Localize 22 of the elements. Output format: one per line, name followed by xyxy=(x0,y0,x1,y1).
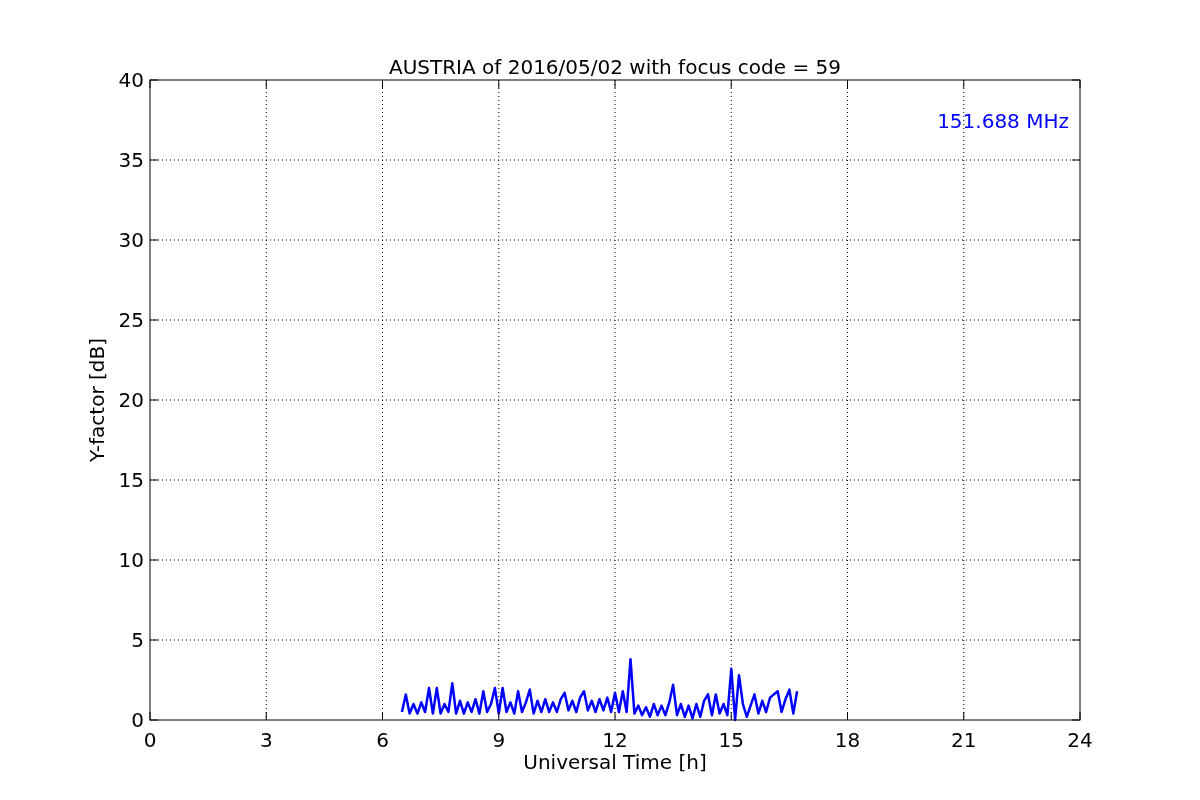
y-tick-label: 15 xyxy=(118,468,144,492)
x-tick-label: 6 xyxy=(376,728,389,752)
x-tick-label: 12 xyxy=(602,728,628,752)
y-tick-label: 5 xyxy=(131,628,144,652)
x-tick-label: 3 xyxy=(259,728,273,752)
chart-title: AUSTRIA of 2016/05/02 with focus code = 59 xyxy=(389,55,841,79)
y-tick-label: 0 xyxy=(131,708,144,732)
y-tick-label: 35 xyxy=(118,148,144,172)
x-tick-label: 18 xyxy=(834,728,861,752)
y-tick-label: 10 xyxy=(118,548,144,572)
y-tick-label: 20 xyxy=(118,388,144,412)
x-tick-label: 9 xyxy=(492,728,506,752)
y-tick-label: 40 xyxy=(118,68,144,92)
x-tick-label: 15 xyxy=(718,728,744,752)
y-tick-label: 30 xyxy=(118,228,144,252)
y-tick-label: 25 xyxy=(118,308,144,332)
series-label: 151.688 MHz xyxy=(937,109,1069,133)
x-axis-label: Universal Time [h] xyxy=(523,750,707,774)
y-axis-label: Y-factor [dB] xyxy=(85,338,109,462)
x-tick-label: 0 xyxy=(143,728,157,752)
x-tick-label: 21 xyxy=(951,728,977,752)
x-tick-label: 24 xyxy=(1067,728,1093,752)
